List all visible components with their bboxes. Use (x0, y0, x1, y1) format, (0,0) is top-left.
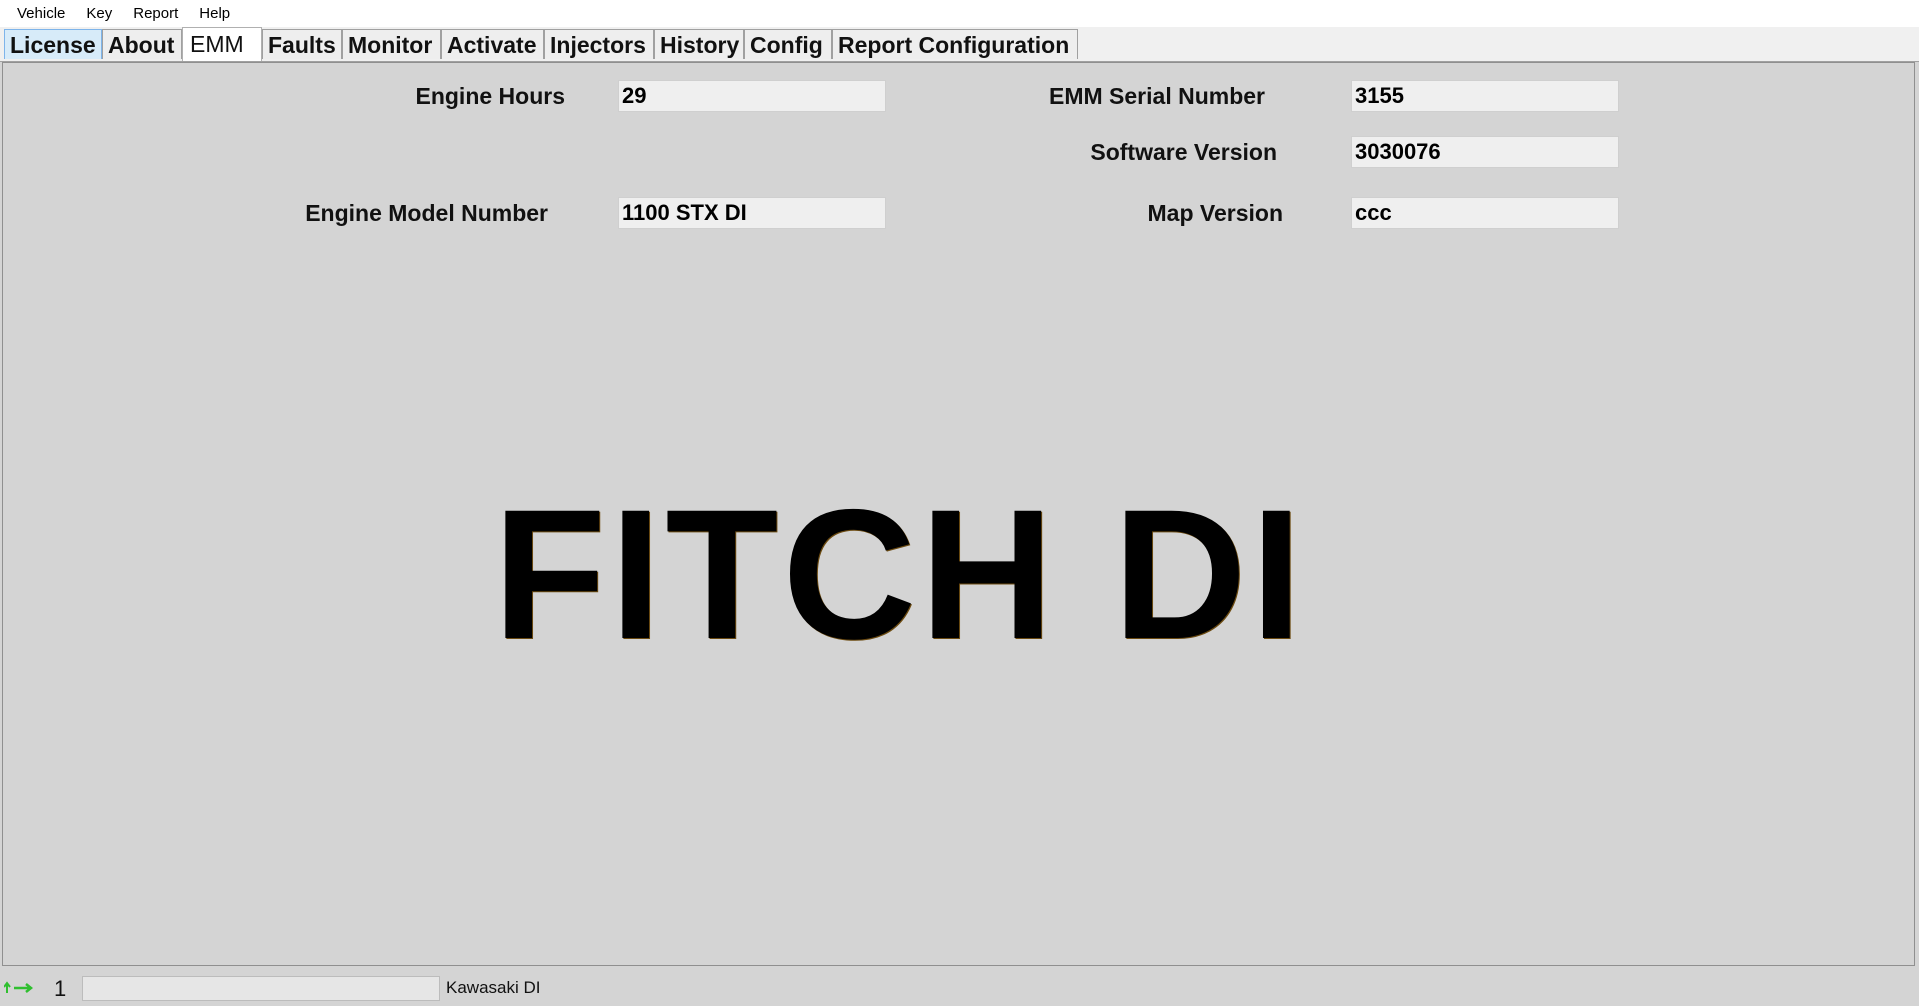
emm-serial-number-label: EMM Serial Number (1049, 83, 1265, 109)
tab-injectors[interactable]: Injectors (544, 29, 654, 59)
connection-arrows-icon (3, 979, 34, 995)
engine-model-number-label: Engine Model Number (305, 200, 548, 226)
tab-about[interactable]: About (102, 29, 182, 59)
fitch-di-app: Vehicle Key Report Help License About EM… (0, 0, 1919, 1006)
map-version-label: Map Version (1147, 200, 1283, 226)
tab-history[interactable]: History (654, 29, 744, 59)
connection-count: 1 (54, 976, 67, 1001)
status-bar: 1 Kawasaki DI (0, 968, 1919, 1006)
engine-hours-field: 29 (618, 80, 886, 112)
engine-model-number-field: 1100 STX DI (618, 197, 886, 229)
vehicle-type-status: Kawasaki DI (446, 978, 541, 997)
map-version-field: ccc (1351, 197, 1619, 229)
tab-faults[interactable]: Faults (262, 29, 342, 59)
software-version-field: 3030076 (1351, 136, 1619, 168)
emm-serial-number-field: 3155 (1351, 80, 1619, 112)
tab-report-configuration[interactable]: Report Configuration (832, 29, 1078, 59)
tab-strip: License About EMM Faults Monitor Activat… (0, 27, 1919, 62)
tab-license[interactable]: License (4, 29, 102, 59)
menu-help[interactable]: Help (189, 0, 241, 27)
product-banner: FITCH DI (493, 472, 1307, 678)
tab-config[interactable]: Config (744, 29, 832, 59)
engine-hours-label: Engine Hours (415, 83, 565, 109)
menu-bar: Vehicle Key Report Help (0, 0, 1919, 27)
menu-key[interactable]: Key (76, 0, 123, 27)
software-version-label: Software Version (1090, 139, 1277, 165)
tab-activate[interactable]: Activate (441, 29, 544, 59)
menu-vehicle[interactable]: Vehicle (0, 0, 76, 27)
progress-bar (82, 976, 440, 1001)
tab-emm[interactable]: EMM (182, 27, 262, 61)
emm-panel: Engine Hours 29 EMM Serial Number 3155 S… (2, 62, 1915, 966)
menu-report[interactable]: Report (123, 0, 189, 27)
tab-monitor[interactable]: Monitor (342, 29, 441, 59)
